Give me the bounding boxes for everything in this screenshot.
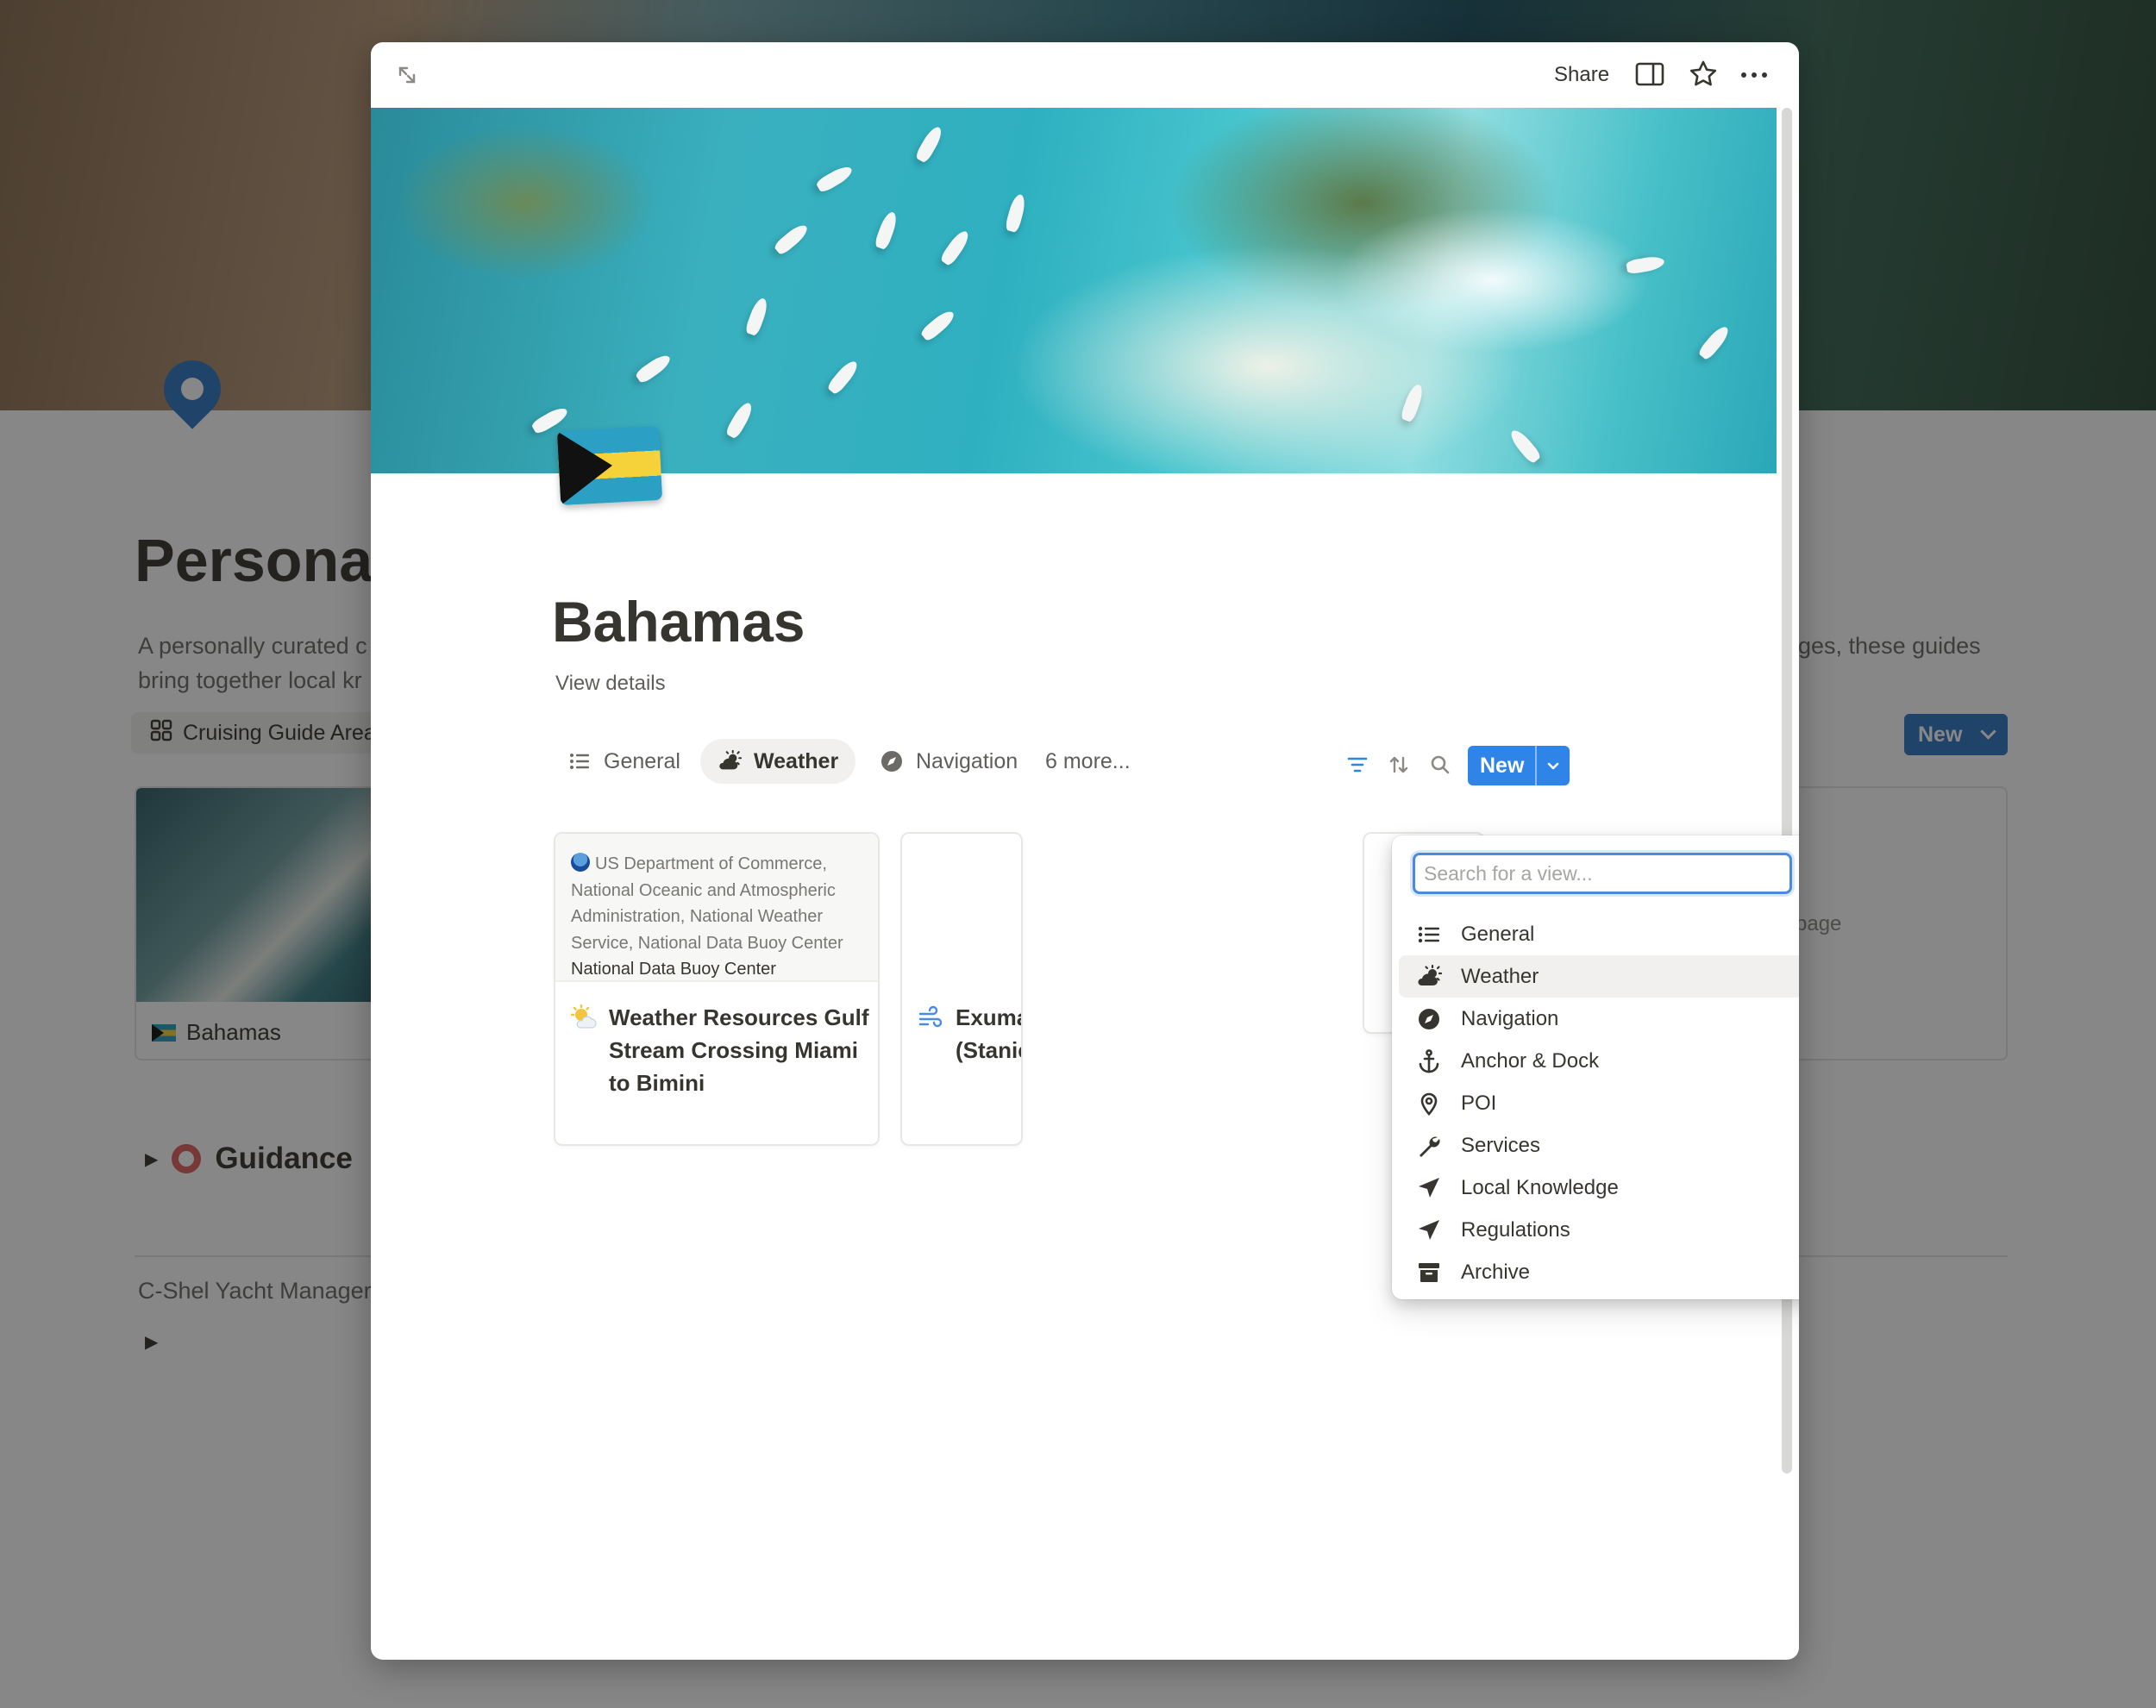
view-item-anchor-dock[interactable]: Anchor & Dock	[1399, 1040, 1799, 1082]
view-item-label: Weather	[1461, 964, 1539, 988]
view-item-label: General	[1461, 922, 1535, 946]
tab-label: 6 more...	[1045, 748, 1131, 773]
weather-icon	[1418, 964, 1442, 985]
view-item-weather[interactable]: Weather	[1399, 955, 1799, 998]
view-item-services[interactable]: Services	[1399, 1124, 1799, 1167]
view-item-archive[interactable]: Archive	[1399, 1251, 1799, 1293]
card-source-text: US Department of Commerce, National Ocea…	[571, 854, 843, 953]
tab-label: General	[604, 748, 680, 773]
noaa-logo-icon	[571, 853, 590, 872]
anchor-icon	[1419, 1048, 1439, 1073]
archive-icon	[1419, 1262, 1439, 1282]
wind-icon	[918, 1005, 943, 1028]
tab-more-views[interactable]: 6 more...	[1028, 739, 1148, 784]
weather-icon	[719, 749, 742, 770]
chevron-down-icon[interactable]	[1537, 757, 1570, 774]
more-options-icon[interactable]	[1739, 63, 1770, 87]
new-button[interactable]: New	[1468, 746, 1570, 785]
expand-icon[interactable]	[395, 63, 419, 87]
tab-weather[interactable]: Weather	[700, 739, 856, 784]
view-search-input[interactable]	[1413, 853, 1792, 894]
paper-plane-icon	[1419, 1219, 1439, 1240]
pin-icon	[1420, 1092, 1438, 1116]
share-button[interactable]: Share	[1554, 59, 1609, 91]
paper-plane-icon	[1419, 1177, 1439, 1198]
view-item-label: Local Knowledge	[1461, 1175, 1619, 1199]
view-item-label: Navigation	[1461, 1006, 1559, 1030]
new-button-label: New	[1480, 753, 1525, 778]
view-item-regulations[interactable]: Regulations	[1399, 1209, 1799, 1251]
view-details-link[interactable]: View details	[555, 672, 666, 696]
wrench-icon	[1420, 1136, 1440, 1157]
view-item-label: Anchor & Dock	[1461, 1048, 1600, 1073]
compass-icon	[881, 751, 902, 772]
view-item-label: POI	[1461, 1091, 1497, 1115]
sun-behind-cloud-icon	[571, 1004, 597, 1029]
view-item-general[interactable]: General	[1399, 913, 1799, 955]
view-item-label: Regulations	[1461, 1217, 1570, 1242]
card-title: Weather Resources Gulf Stream Crossing M…	[609, 1004, 869, 1096]
tab-label: Navigation	[916, 748, 1018, 773]
view-item-poi[interactable]: POI	[1399, 1082, 1799, 1124]
tab-general[interactable]: General	[550, 739, 698, 784]
view-item-navigation[interactable]: Navigation	[1399, 998, 1799, 1040]
page-title[interactable]: Bahamas	[552, 589, 805, 654]
star-icon[interactable]	[1689, 59, 1718, 89]
sort-icon[interactable]	[1387, 753, 1411, 777]
gallery-card[interactable]: US Department of Commerce, National Ocea…	[554, 832, 880, 1146]
cover-image	[371, 108, 1777, 473]
filter-icon[interactable]	[1345, 753, 1369, 777]
tab-navigation[interactable]: Navigation	[862, 739, 1035, 784]
search-icon[interactable]	[1428, 753, 1452, 777]
card-title: Exuma	[956, 1004, 1023, 1030]
list-icon	[1418, 926, 1439, 942]
page-modal: Share Bahamas View details General Weath…	[371, 42, 1799, 1660]
view-switcher-menu: General Weather Navigation Anchor & Dock…	[1392, 835, 1799, 1299]
compass-icon	[1419, 1008, 1439, 1029]
view-list: General Weather Navigation Anchor & Dock…	[1399, 913, 1799, 1293]
bahamas-flag-icon[interactable]	[556, 425, 663, 506]
card-source-strong: National Data Buoy Center	[571, 960, 776, 979]
view-item-label: Archive	[1461, 1260, 1531, 1284]
modal-topbar: Share	[371, 42, 1799, 108]
tab-label: Weather	[754, 748, 839, 773]
side-peek-icon[interactable]	[1635, 61, 1664, 87]
view-item-local-knowledge[interactable]: Local Knowledge	[1399, 1167, 1799, 1209]
list-icon	[570, 754, 589, 769]
view-item-label: Services	[1461, 1133, 1541, 1157]
card-title: (Stanie	[956, 1037, 1021, 1063]
card-preview: US Department of Commerce, National Ocea…	[555, 834, 878, 982]
gallery-card[interactable]: Exuma (Stanie	[900, 832, 1023, 1146]
